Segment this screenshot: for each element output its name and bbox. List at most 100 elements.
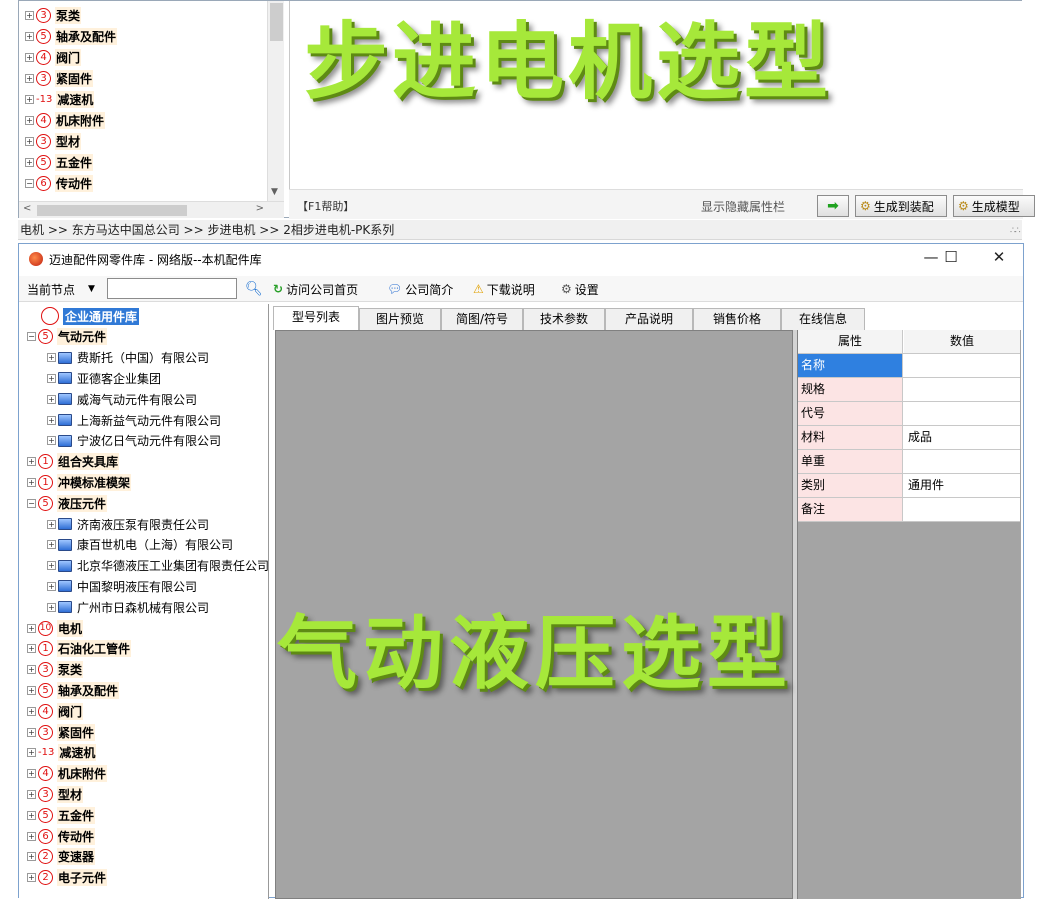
- expand-toggle-icon[interactable]: +: [47, 540, 56, 550]
- property-value[interactable]: [904, 402, 1020, 425]
- property-value[interactable]: [904, 354, 1020, 377]
- tab-item[interactable]: 在线信息: [781, 308, 865, 330]
- gen-model-button[interactable]: ⚙ 生成模型: [953, 195, 1035, 217]
- search-button[interactable]: 🔍︎: [245, 279, 263, 299]
- tree-category[interactable]: +5 五金件: [27, 805, 96, 825]
- toggle-attr-button[interactable]: ➡: [817, 195, 849, 217]
- company-intro-button[interactable]: 💬︎ 公司简介: [387, 279, 453, 299]
- tree-company[interactable]: + 费斯托（中国）有限公司: [47, 348, 209, 368]
- property-row[interactable]: 代号: [798, 402, 1020, 426]
- tree-company[interactable]: + 中国黎明液压有限公司: [47, 576, 197, 596]
- expand-toggle-icon[interactable]: +: [25, 136, 34, 146]
- scroll-thumb[interactable]: [270, 3, 283, 41]
- property-row[interactable]: 备注: [798, 498, 1020, 522]
- tree-item[interactable]: +5 轴承及配件: [25, 26, 118, 46]
- expand-toggle-icon[interactable]: +: [27, 873, 36, 883]
- expand-toggle-icon[interactable]: +: [47, 373, 56, 383]
- tree-category[interactable]: +5 轴承及配件: [27, 680, 120, 700]
- tree-category[interactable]: +3 型材: [27, 784, 84, 804]
- tree-category[interactable]: +1 冲模标准模架: [27, 472, 132, 492]
- tab-item[interactable]: 技术参数: [523, 308, 605, 330]
- tree-category[interactable]: −5 气动元件: [27, 327, 108, 347]
- expand-toggle-icon[interactable]: +: [25, 157, 34, 167]
- expand-toggle-icon[interactable]: −: [27, 498, 36, 508]
- property-row[interactable]: 单重: [798, 450, 1020, 474]
- tree-item[interactable]: +3 泵类: [25, 5, 82, 25]
- expand-toggle-icon[interactable]: +: [27, 852, 36, 862]
- expand-toggle-icon[interactable]: +: [27, 727, 36, 737]
- tree-category[interactable]: +10 电机: [27, 618, 84, 638]
- title-bar[interactable]: 迈迪配件网零件库 - 网络版--本机配件库 — ☐ ✕: [19, 244, 1023, 274]
- tree-company[interactable]: + 上海新益气动元件有限公司: [47, 410, 221, 430]
- property-value[interactable]: [904, 498, 1020, 521]
- property-row[interactable]: 规格: [798, 378, 1020, 402]
- expand-toggle-icon[interactable]: +: [47, 394, 56, 404]
- property-row[interactable]: 材料 成品: [798, 426, 1020, 450]
- scroll-thumb[interactable]: [37, 205, 187, 216]
- expand-toggle-icon[interactable]: +: [25, 31, 34, 41]
- expand-toggle-icon[interactable]: +: [27, 623, 36, 633]
- gen-assembly-button[interactable]: ⚙ 生成到装配: [855, 195, 947, 217]
- scroll-right-icon[interactable]: >: [256, 203, 264, 214]
- property-row[interactable]: 类别 通用件: [798, 474, 1020, 498]
- tab-item[interactable]: 产品说明: [605, 308, 693, 330]
- expand-toggle-icon[interactable]: +: [27, 477, 36, 487]
- tree-company[interactable]: + 广州市日森机械有限公司: [47, 597, 209, 617]
- expand-toggle-icon[interactable]: +: [47, 415, 56, 425]
- expand-toggle-icon[interactable]: +: [27, 706, 36, 716]
- top-tree-vertical-scrollbar[interactable]: ▼: [267, 1, 284, 201]
- property-value[interactable]: 成品: [904, 426, 1020, 449]
- property-value[interactable]: 通用件: [904, 474, 1020, 497]
- tree-category[interactable]: +3 泵类: [27, 660, 84, 680]
- visit-home-button[interactable]: ↻ 访问公司首页: [273, 279, 358, 299]
- tree-category[interactable]: −5 液压元件: [27, 493, 108, 513]
- expand-toggle-icon[interactable]: +: [27, 831, 36, 841]
- expand-toggle-icon[interactable]: +: [25, 94, 34, 104]
- expand-toggle-icon[interactable]: +: [47, 353, 56, 363]
- expand-toggle-icon[interactable]: +: [47, 561, 56, 571]
- tree-company[interactable]: + 康百世机电（上海）有限公司: [47, 535, 233, 555]
- expand-toggle-icon[interactable]: −: [27, 332, 36, 342]
- expand-toggle-icon[interactable]: +: [27, 644, 36, 654]
- resize-grip-icon[interactable]: ∴∴: [1010, 226, 1021, 236]
- close-icon[interactable]: ✕: [987, 248, 1011, 268]
- expand-toggle-icon[interactable]: +: [25, 10, 34, 20]
- tab-item[interactable]: 型号列表: [273, 306, 359, 330]
- tree-item[interactable]: +4 机床附件: [25, 110, 106, 130]
- category-tree[interactable]: 企业通用件库 −5 气动元件 + 费斯托（中国）有限公司 + 亚德客企业集团 + 威海气动元件有…: [19, 304, 269, 899]
- property-row[interactable]: 名称: [798, 354, 1020, 378]
- tab-item[interactable]: 销售价格: [693, 308, 781, 330]
- tree-item[interactable]: +4 阀门: [25, 47, 82, 67]
- expand-toggle-icon[interactable]: +: [25, 73, 34, 83]
- expand-toggle-icon[interactable]: +: [47, 602, 56, 612]
- download-info-button[interactable]: ⚠ 下载说明: [473, 279, 535, 299]
- tree-category[interactable]: +4 阀门: [27, 701, 84, 721]
- tree-category[interactable]: +6 传动件: [27, 826, 96, 846]
- tab-item[interactable]: 简图/符号: [441, 308, 523, 330]
- tree-company[interactable]: + 亚德客企业集团: [47, 368, 161, 388]
- tree-category[interactable]: +2 变速器: [27, 847, 96, 867]
- tree-company[interactable]: + 宁波亿日气动元件有限公司: [47, 431, 221, 451]
- tree-item[interactable]: +3 紧固件: [25, 68, 94, 88]
- expand-toggle-icon[interactable]: +: [27, 665, 36, 675]
- settings-button[interactable]: ⚙ 设置: [561, 279, 599, 299]
- expand-toggle-icon[interactable]: +: [27, 810, 36, 820]
- tree-company[interactable]: + 北京华德液压工业集团有限责任公司: [47, 556, 268, 576]
- current-node-dropdown[interactable]: 当前节点 ▼: [27, 279, 95, 299]
- expand-toggle-icon[interactable]: +: [47, 436, 56, 446]
- tree-item[interactable]: + -13 减速机: [25, 89, 95, 109]
- expand-toggle-icon[interactable]: +: [27, 769, 36, 779]
- expand-toggle-icon[interactable]: −: [25, 178, 34, 188]
- expand-toggle-icon[interactable]: +: [47, 581, 56, 591]
- tree-item[interactable]: −6 传动件: [25, 173, 94, 193]
- tree-category[interactable]: +1 组合夹具库: [27, 452, 120, 472]
- tree-category[interactable]: +4 机床附件: [27, 764, 108, 784]
- scroll-down-icon[interactable]: ▼: [271, 187, 278, 197]
- tree-category[interactable]: + -13 减速机: [27, 743, 97, 763]
- tree-item[interactable]: +5 五金件: [25, 152, 94, 172]
- property-value[interactable]: [904, 378, 1020, 401]
- tree-root[interactable]: 企业通用件库: [41, 306, 140, 326]
- tree-category[interactable]: +1 石油化工管件: [27, 639, 132, 659]
- maximize-icon[interactable]: ☐: [939, 248, 963, 268]
- node-search-input[interactable]: [107, 278, 237, 299]
